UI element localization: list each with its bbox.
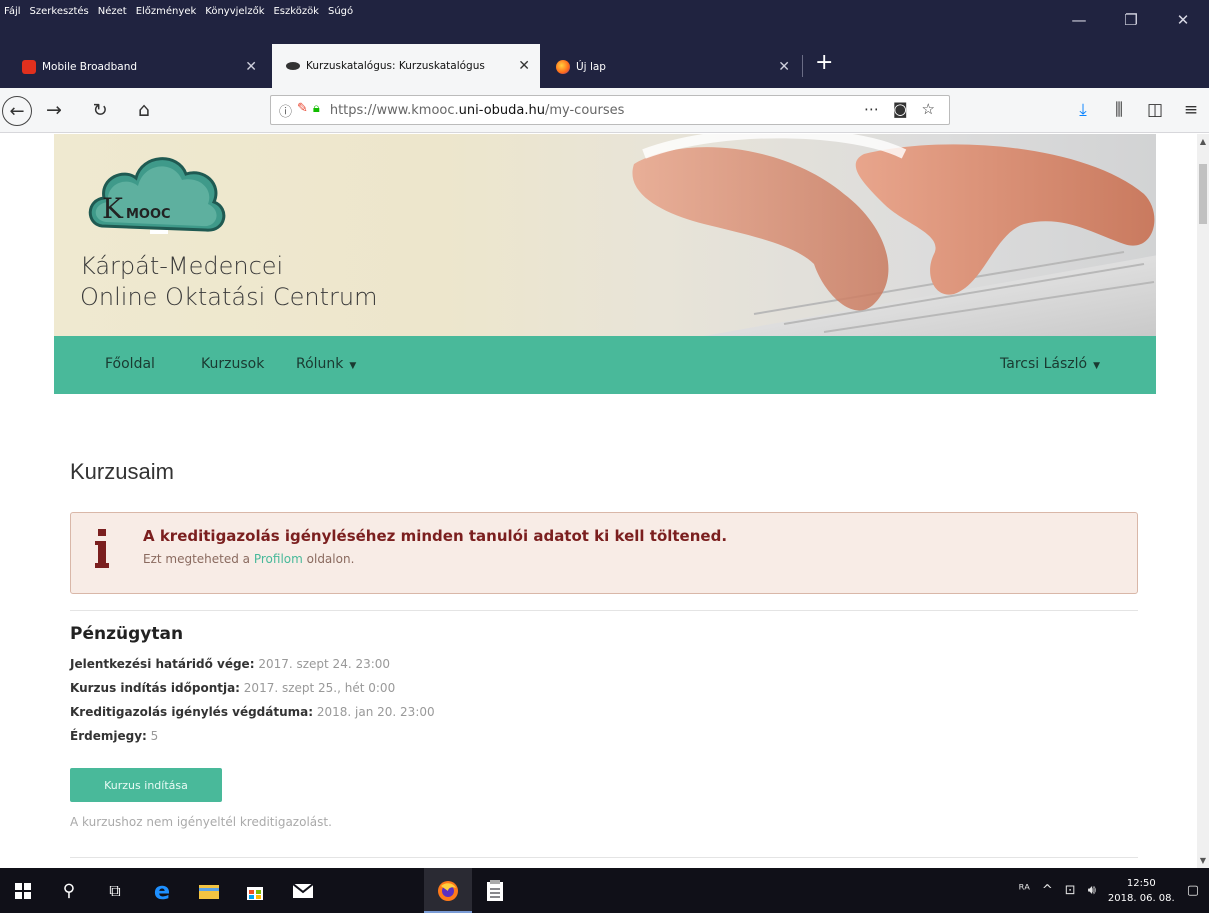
page-actions-icon[interactable]: ⋯ bbox=[864, 100, 879, 118]
mail-icon[interactable] bbox=[288, 876, 318, 906]
menu-help[interactable]: Súgó bbox=[328, 6, 353, 17]
action-center-icon[interactable]: ▢ bbox=[1187, 883, 1199, 898]
course-detail-row: Kurzus indítás időpontja: 2017. szept 25… bbox=[70, 681, 396, 695]
menu-edit[interactable]: Szerkesztés bbox=[30, 6, 89, 17]
tab-separator bbox=[802, 55, 803, 77]
site-title: Kárpát-Medencei Online Oktatási Centrum bbox=[80, 251, 377, 313]
hamburger-menu-icon[interactable]: ≡ bbox=[1173, 94, 1209, 126]
clock-date: 2018. 06. 08. bbox=[1107, 892, 1175, 904]
system-tray: ᴿᴬ ^ ⊡ 🔊︎ 12:50 2018. 06. 08. ▢ bbox=[1013, 868, 1209, 913]
nav-courses-link[interactable]: Kurzusok bbox=[201, 356, 264, 372]
start-windows-icon[interactable] bbox=[8, 876, 38, 906]
close-tab-icon[interactable]: ✕ bbox=[245, 59, 257, 75]
nav-about-label: Rólunk bbox=[296, 356, 344, 372]
tab-mobile-broadband[interactable]: Mobile Broadband ✕ bbox=[12, 48, 267, 86]
user-menu-dropdown[interactable]: Tarcsi László ▼ bbox=[1000, 356, 1100, 372]
site-header: K MOOC Kárpát-Medencei Online Oktatási C… bbox=[54, 134, 1156, 336]
minimize-button[interactable]: — bbox=[1053, 0, 1105, 40]
url-text[interactable]: https://www.kmooc.uni-obuda.hu/my-course… bbox=[330, 103, 625, 118]
menu-file[interactable]: Fájl bbox=[4, 6, 21, 17]
alert-subtitle: Ezt megteheted a Profilom oldalon. bbox=[143, 552, 355, 566]
navigation-toolbar: ← → ↻ ⌂ ⓘ ✎ 🔒︎ https://www.kmooc.uni-obu… bbox=[0, 88, 1209, 133]
restore-button[interactable]: ❐ bbox=[1105, 0, 1157, 40]
warning-alert: A kreditigazolás igényléséhez minden tan… bbox=[70, 512, 1138, 594]
info-icon bbox=[95, 529, 109, 568]
page-title: Kurzusaim bbox=[70, 459, 174, 484]
reload-button[interactable]: ↻ bbox=[84, 94, 116, 126]
close-tab-icon[interactable]: ✕ bbox=[518, 58, 530, 74]
home-button[interactable]: ⌂ bbox=[128, 94, 160, 126]
scroll-up-arrow-icon[interactable]: ▲ bbox=[1200, 137, 1206, 146]
start-course-button[interactable]: Kurzus indítása bbox=[70, 768, 222, 802]
alert-title: A kreditigazolás igényléséhez minden tan… bbox=[143, 527, 728, 545]
network-icon[interactable]: ⊡ bbox=[1065, 883, 1076, 898]
clock[interactable]: 12:50 2018. 06. 08. bbox=[1108, 876, 1175, 906]
bookmark-star-icon[interactable]: ☆ bbox=[922, 100, 935, 118]
caret-down-icon: ▼ bbox=[349, 361, 357, 371]
task-view-icon[interactable]: ⧉ bbox=[100, 876, 130, 906]
tab-kurzuskatalogus[interactable]: Kurzuskatalógus: Kurzuskatalógus ✕ bbox=[272, 44, 540, 88]
store-icon[interactable] bbox=[240, 876, 270, 906]
course-title: Pénzügytan bbox=[70, 624, 184, 644]
menu-bookmarks[interactable]: Könyvjelzők bbox=[205, 6, 264, 17]
people-icon[interactable]: ᴿᴬ bbox=[1019, 883, 1030, 898]
menu-view[interactable]: Nézet bbox=[98, 6, 127, 17]
huawei-icon bbox=[22, 60, 36, 74]
credit-note: A kurzushoz nem igényeltél kreditigazolá… bbox=[70, 815, 332, 829]
page-scrollbar[interactable]: ▲ ▼ bbox=[1197, 134, 1209, 868]
nav-home-link[interactable]: Főoldal bbox=[105, 356, 155, 372]
close-window-button[interactable]: ✕ bbox=[1157, 0, 1209, 40]
back-button[interactable]: ← bbox=[2, 96, 32, 126]
show-hidden-icons-icon[interactable]: ^ bbox=[1042, 883, 1053, 898]
tab-label: Új lap bbox=[576, 61, 606, 73]
clock-time: 12:50 bbox=[1126, 877, 1156, 889]
site-title-line1: Kárpát-Medencei bbox=[80, 252, 284, 280]
tab-label: Kurzuskatalógus: Kurzuskatalógus bbox=[306, 60, 485, 72]
windows-taskbar: ⚲ ⧉ e ᴿᴬ ^ ⊡ 🔊︎ 12:50 2018. 06. 08. ▢ bbox=[0, 868, 1209, 913]
typing-hands-image bbox=[632, 134, 1156, 336]
new-tab-button[interactable]: + bbox=[815, 50, 833, 75]
tab-label: Mobile Broadband bbox=[42, 61, 138, 73]
svg-text:MOOC: MOOC bbox=[126, 207, 171, 222]
address-bar[interactable]: ⓘ ✎ 🔒︎ https://www.kmooc.uni-obuda.hu/my… bbox=[270, 95, 950, 125]
firefox-taskbar-icon[interactable] bbox=[433, 876, 463, 906]
tab-new[interactable]: Új lap ✕ bbox=[548, 48, 800, 86]
firefox-icon bbox=[556, 60, 570, 74]
course-detail-row: Érdemjegy: 5 bbox=[70, 729, 159, 743]
lock-icon[interactable]: 🔒︎ bbox=[313, 101, 320, 120]
menu-bar: Fájl Szerkesztés Nézet Előzmények Könyvj… bbox=[4, 6, 353, 17]
pocket-icon[interactable]: ◙ bbox=[893, 100, 908, 118]
close-tab-icon[interactable]: ✕ bbox=[778, 59, 790, 75]
menu-history[interactable]: Előzmények bbox=[136, 6, 197, 17]
main-navigation: Főoldal Kurzusok Rólunk ▼ Tarcsi László ▼ bbox=[54, 336, 1156, 394]
info-icon[interactable]: ⓘ bbox=[279, 101, 292, 120]
library-icon[interactable]: ⫼ bbox=[1101, 94, 1137, 126]
course-detail-row: Jelentkezési határidő vége: 2017. szept … bbox=[70, 657, 391, 671]
kmooc-icon bbox=[286, 62, 300, 70]
download-icon[interactable]: ⤓ bbox=[1065, 94, 1101, 126]
forward-button[interactable]: → bbox=[38, 94, 70, 126]
scroll-down-arrow-icon[interactable]: ▼ bbox=[1200, 856, 1206, 865]
kmooc-logo[interactable]: K MOOC bbox=[80, 138, 230, 258]
svg-text:K: K bbox=[102, 192, 124, 225]
title-bar: Fájl Szerkesztés Nézet Előzmények Könyvj… bbox=[0, 0, 1209, 40]
site-title-line2: Online Oktatási Centrum bbox=[80, 283, 378, 311]
user-name: Tarcsi László bbox=[1000, 356, 1088, 372]
sidebar-icon[interactable]: ◫ bbox=[1137, 94, 1173, 126]
scroll-thumb[interactable] bbox=[1199, 164, 1207, 224]
volume-icon[interactable]: 🔊︎ bbox=[1088, 883, 1096, 898]
nav-about-dropdown[interactable]: Rólunk ▼ bbox=[296, 356, 356, 372]
search-icon[interactable]: ⚲ bbox=[54, 876, 84, 906]
edge-icon[interactable]: e bbox=[147, 876, 177, 906]
caret-down-icon: ▼ bbox=[1093, 361, 1100, 371]
page-viewport: K MOOC Kárpát-Medencei Online Oktatási C… bbox=[0, 134, 1197, 868]
notes-app-icon[interactable] bbox=[480, 876, 510, 906]
menu-tools[interactable]: Eszközök bbox=[273, 6, 319, 17]
divider bbox=[70, 857, 1138, 858]
permissions-icon[interactable]: ✎ bbox=[297, 101, 308, 120]
course-detail-row: Kreditigazolás igénylés végdátuma: 2018.… bbox=[70, 705, 435, 719]
file-explorer-icon[interactable] bbox=[194, 876, 224, 906]
profile-link[interactable]: Profilom bbox=[254, 552, 303, 566]
divider bbox=[70, 610, 1138, 611]
